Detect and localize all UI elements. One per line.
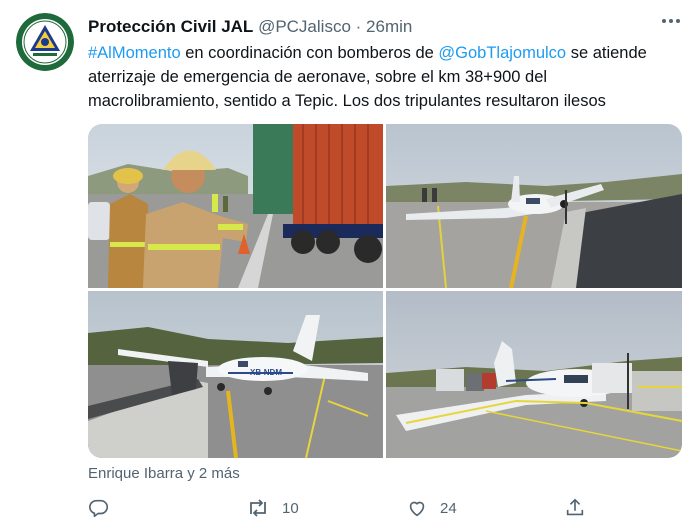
photo-plane-trucks[interactable] <box>386 291 682 458</box>
tweet: Protección Civil JAL @PCJalisco · 26min … <box>0 0 700 530</box>
like-count: 24 <box>440 499 457 517</box>
photo-firefighters[interactable] <box>88 124 383 288</box>
tweet-text: #AlMomento en coordinación con bomberos … <box>88 41 678 113</box>
retweet-count: 10 <box>282 499 299 517</box>
liked-by-text[interactable]: Enrique Ibarra y 2 más <box>88 465 240 482</box>
reply-button[interactable] <box>88 496 122 520</box>
author-handle[interactable]: @PCJalisco <box>258 17 351 36</box>
hashtag-link[interactable]: #AlMomento <box>88 44 181 62</box>
seal-logo <box>16 13 74 71</box>
reply-icon <box>89 499 109 518</box>
photo-plane-barrier[interactable] <box>386 124 682 288</box>
tweet-header: Protección Civil JAL @PCJalisco · 26min <box>88 17 412 37</box>
avatar[interactable] <box>16 13 74 71</box>
more-dots-icon <box>662 19 680 23</box>
author-name[interactable]: Protección Civil JAL <box>88 17 253 36</box>
retweet-icon <box>250 499 266 517</box>
more-button[interactable] <box>660 10 682 32</box>
photo-plane-registration[interactable]: XB-NDM <box>88 291 383 458</box>
share-icon <box>566 498 584 516</box>
share-button[interactable] <box>564 496 586 520</box>
separator-dot: · <box>355 17 362 36</box>
like-button[interactable]: 24 <box>406 496 457 520</box>
retweet-button[interactable]: 10 <box>246 496 299 520</box>
tweet-text-part1: en coordinación con bomberos de <box>180 44 439 62</box>
tweet-time[interactable]: 26min <box>366 17 412 36</box>
media-grid: XB-NDM <box>88 124 682 458</box>
plane-registration: XB-NDM <box>250 368 282 377</box>
action-bar: 10 24 <box>88 496 682 520</box>
mention-link[interactable]: @GobTlajomulco <box>438 44 566 62</box>
like-icon <box>409 501 425 517</box>
